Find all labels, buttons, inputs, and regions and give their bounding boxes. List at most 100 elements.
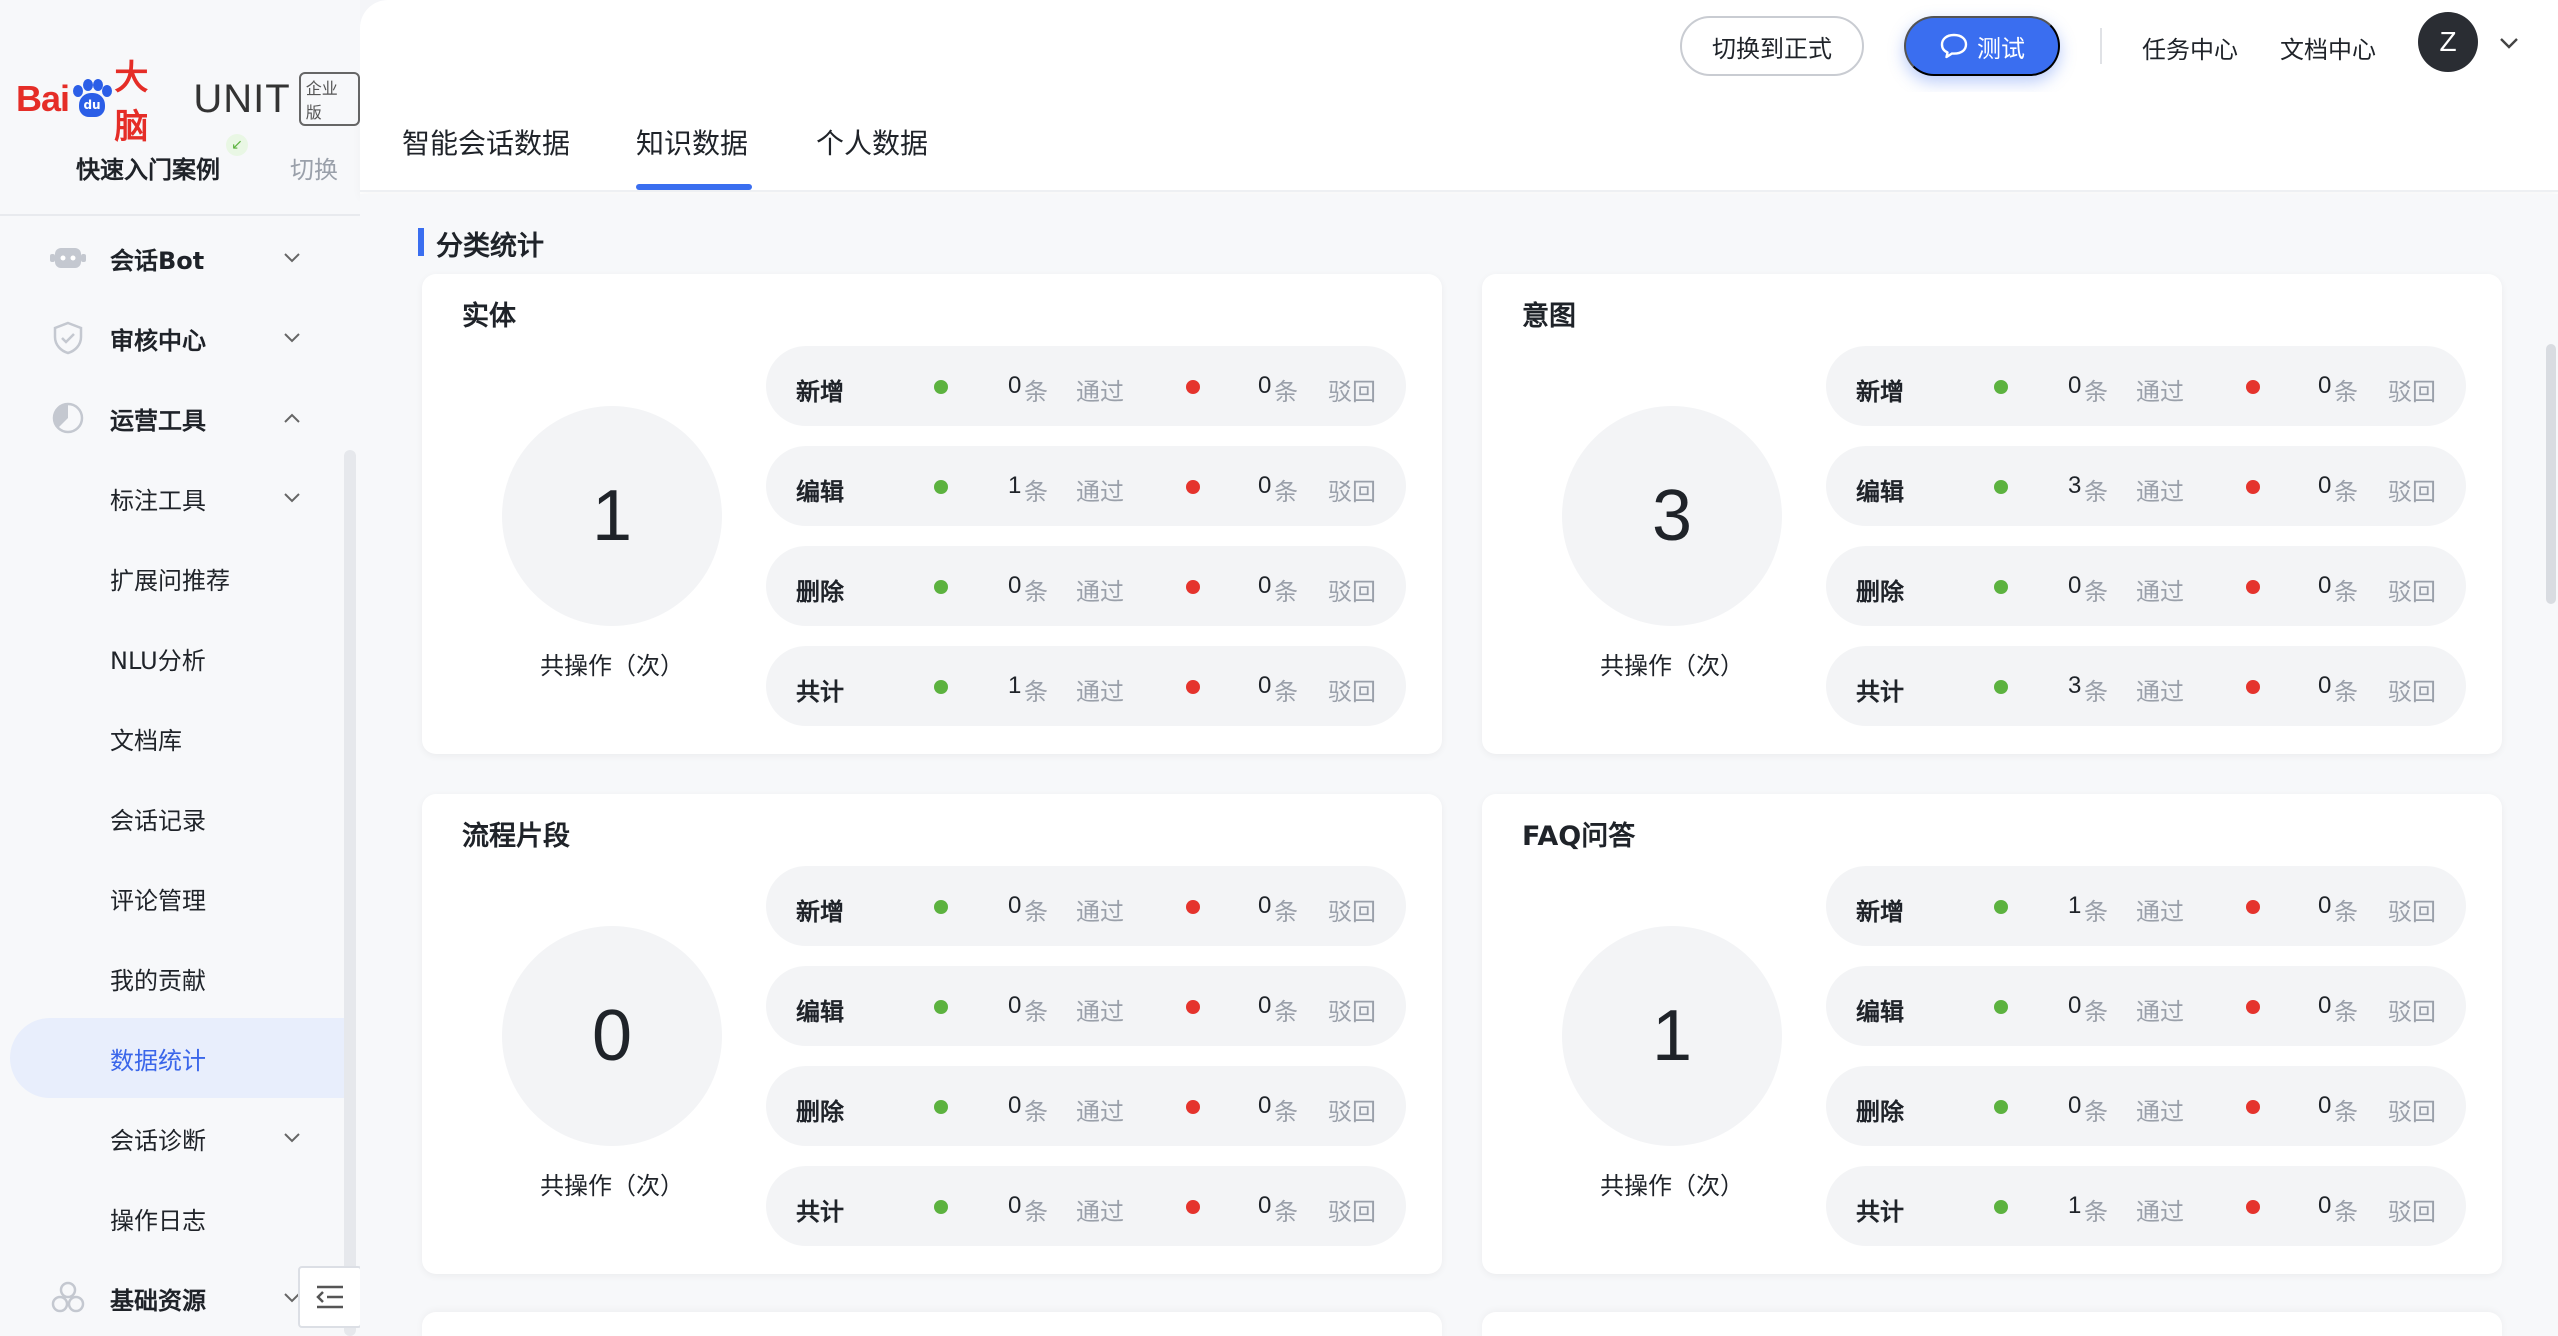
pass-status-dot xyxy=(934,1100,948,1114)
pass-unit: 条 xyxy=(2084,378,2108,406)
chevron-down-icon[interactable] xyxy=(2498,32,2520,54)
pass-unit: 条 xyxy=(2084,998,2108,1026)
doc-center-link[interactable]: 文档中心 xyxy=(2280,30,2376,65)
sidebar-item[interactable]: 标注工具 xyxy=(0,458,344,538)
pass-label: 通过 xyxy=(2136,1198,2184,1226)
sidebar-item[interactable]: 操作日志 xyxy=(0,1178,344,1258)
pass-label: 通过 xyxy=(2136,998,2184,1026)
pass-count: 3 xyxy=(2068,672,2082,699)
pass-label: 通过 xyxy=(2136,578,2184,606)
quick-case-title: 快速入门案例 xyxy=(76,156,220,184)
stat-row: 共计 3 条通过 0 条驳回 xyxy=(1826,646,2466,726)
reject-status-dot xyxy=(2246,480,2260,494)
edition-badge: 企业版 xyxy=(298,72,360,126)
pass-label: 通过 xyxy=(2136,898,2184,926)
robot-icon xyxy=(50,240,86,276)
stat-card: 意图 3 共操作（次） 新增 0 条通过 0 条驳回 编辑 3 条通过 0 条驳回 删除 0 条通过 0 条驳回共… xyxy=(1482,274,2502,754)
pass-label: 通过 xyxy=(1076,1098,1124,1126)
pass-label: 通过 xyxy=(1076,578,1124,606)
total-operations-count: 1 xyxy=(1562,926,1782,1146)
switch-to-formal-button[interactable]: 切换到正式 xyxy=(1680,16,1864,76)
pass-label: 通过 xyxy=(1076,478,1124,506)
reject-status-dot xyxy=(1186,680,1200,694)
sidebar-item[interactable]: 会话诊断 xyxy=(0,1098,344,1178)
reject-unit: 条 xyxy=(1274,998,1298,1026)
sidebar-item-label: 会话Bot xyxy=(110,246,205,275)
active-tab-indicator xyxy=(636,184,752,190)
sidebar-item[interactable]: 会话记录 xyxy=(0,778,344,858)
reject-label: 驳回 xyxy=(1328,898,1376,926)
sidebar-item[interactable]: 审核中心 xyxy=(0,298,344,378)
pass-unit: 条 xyxy=(1024,578,1048,606)
task-center-link[interactable]: 任务中心 xyxy=(2142,30,2238,65)
sidebar-scrollbar[interactable] xyxy=(344,450,356,1336)
reject-count: 0 xyxy=(1258,892,1272,919)
pass-count: 0 xyxy=(1008,372,1022,399)
reject-count: 0 xyxy=(1258,472,1272,499)
pass-unit: 条 xyxy=(1024,998,1048,1026)
sidebar-item[interactable]: NLU分析 xyxy=(0,618,344,698)
row-label: 共计 xyxy=(796,678,844,706)
tab-smart-session-data[interactable]: 智能会话数据 xyxy=(402,122,570,162)
pass-count: 1 xyxy=(1008,472,1022,499)
reject-status-dot xyxy=(2246,680,2260,694)
reject-status-dot xyxy=(2246,900,2260,914)
total-operations-label: 共操作（次） xyxy=(540,1172,684,1200)
sidebar-item[interactable]: 文档库 xyxy=(0,698,344,778)
reject-label: 驳回 xyxy=(1328,998,1376,1026)
pin-icon: ↙ xyxy=(226,134,248,156)
sidebar-item-label: 会话记录 xyxy=(110,806,206,835)
reject-unit: 条 xyxy=(2334,478,2358,506)
reject-count: 0 xyxy=(2318,472,2332,499)
sidebar-item-label: 基础资源 xyxy=(110,1286,206,1315)
reject-unit: 条 xyxy=(1274,378,1298,406)
stat-row: 新增 0 条通过 0 条驳回 xyxy=(766,346,1406,426)
sidebar-item-label: 会话诊断 xyxy=(110,1126,206,1155)
section-title: 分类统计 xyxy=(418,224,544,263)
tab-knowledge-data[interactable]: 知识数据 xyxy=(636,122,748,162)
reject-label: 驳回 xyxy=(1328,378,1376,406)
chevron-down-icon xyxy=(284,1133,300,1143)
reject-count: 0 xyxy=(1258,372,1272,399)
sidebar-item[interactable]: 基础资源 xyxy=(0,1258,344,1336)
baidu-unit-logo[interactable]: Bai du 大脑 UNIT 企业版 xyxy=(16,50,360,148)
pass-status-dot xyxy=(934,1000,948,1014)
sidebar-item[interactable]: 数据统计 xyxy=(10,1018,344,1098)
reject-unit: 条 xyxy=(1274,898,1298,926)
sidebar-item[interactable]: 我的贡献 xyxy=(0,938,344,1018)
pass-count: 0 xyxy=(1008,572,1022,599)
pass-count: 0 xyxy=(1008,892,1022,919)
reject-status-dot xyxy=(2246,1100,2260,1114)
reject-unit: 条 xyxy=(2334,1198,2358,1226)
sidebar-item[interactable]: 扩展问推荐 xyxy=(0,538,344,618)
pass-unit: 条 xyxy=(2084,478,2108,506)
sidebar-item-label: 评论管理 xyxy=(110,886,206,915)
row-label: 删除 xyxy=(1856,578,1904,606)
sidebar-item[interactable]: 运营工具 xyxy=(0,378,344,458)
chat-bubble-icon xyxy=(1940,33,1968,59)
sidebar-item[interactable]: 评论管理 xyxy=(0,858,344,938)
sidebar-menu: 会话Bot 审核中心 运营工具 标注工具 扩展问推荐 NLU分析 文档库会话记录评论管理我的… xyxy=(0,218,344,1336)
test-button[interactable]: 测试 xyxy=(1904,16,2060,76)
pass-unit: 条 xyxy=(1024,1198,1048,1226)
row-label: 新增 xyxy=(796,898,844,926)
avatar[interactable]: Z xyxy=(2418,12,2478,72)
pass-status-dot xyxy=(934,900,948,914)
collapse-sidebar-button[interactable] xyxy=(298,1266,362,1328)
pass-label: 通过 xyxy=(2136,478,2184,506)
pass-count: 1 xyxy=(1008,672,1022,699)
pass-status-dot xyxy=(934,380,948,394)
pass-unit: 条 xyxy=(2084,1198,2108,1226)
pass-label: 通过 xyxy=(1076,678,1124,706)
switch-link[interactable]: 切换 xyxy=(290,150,338,185)
card-title: FAQ问答 xyxy=(1522,821,1636,852)
row-label: 共计 xyxy=(1856,1198,1904,1226)
pass-status-dot xyxy=(1994,580,2008,594)
reject-unit: 条 xyxy=(1274,478,1298,506)
pass-count: 0 xyxy=(2068,1092,2082,1119)
tab-personal-data[interactable]: 个人数据 xyxy=(816,122,928,162)
content-scrollbar[interactable] xyxy=(2546,344,2556,604)
pass-status-dot xyxy=(1994,480,2008,494)
row-label: 新增 xyxy=(1856,378,1904,406)
sidebar-item[interactable]: 会话Bot xyxy=(0,218,344,298)
